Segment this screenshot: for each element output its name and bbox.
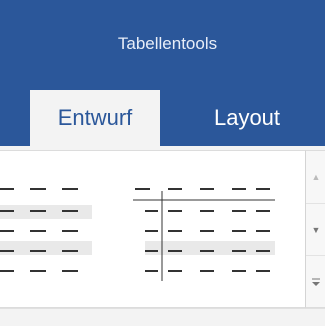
tab-entwurf-label: Entwurf [57, 105, 133, 130]
ribbon-left-accent [0, 0, 10, 146]
ribbon-bottom-separator [0, 308, 325, 309]
tab-layout-label: Layout [213, 105, 281, 130]
table-style-header-column-lines[interactable] [133, 188, 275, 281]
table-styles-gallery [0, 150, 305, 308]
context-tab-group-title: Tabellentools [117, 34, 218, 53]
table-styles-preview [0, 188, 275, 281]
gallery-more-icon[interactable] [306, 255, 325, 308]
scroll-down-icon[interactable]: ▼ [306, 203, 325, 256]
tab-layout[interactable]: Layout [182, 90, 312, 146]
more-chevron-icon [312, 278, 320, 286]
scroll-up-icon[interactable]: ▲ [306, 151, 325, 203]
tab-entwurf[interactable]: Entwurf [30, 90, 160, 146]
table-style-plain-dashed[interactable] [0, 188, 92, 272]
tab-divider [0, 146, 325, 148]
gallery-scrollbar: ▲ ▼ [305, 150, 325, 308]
